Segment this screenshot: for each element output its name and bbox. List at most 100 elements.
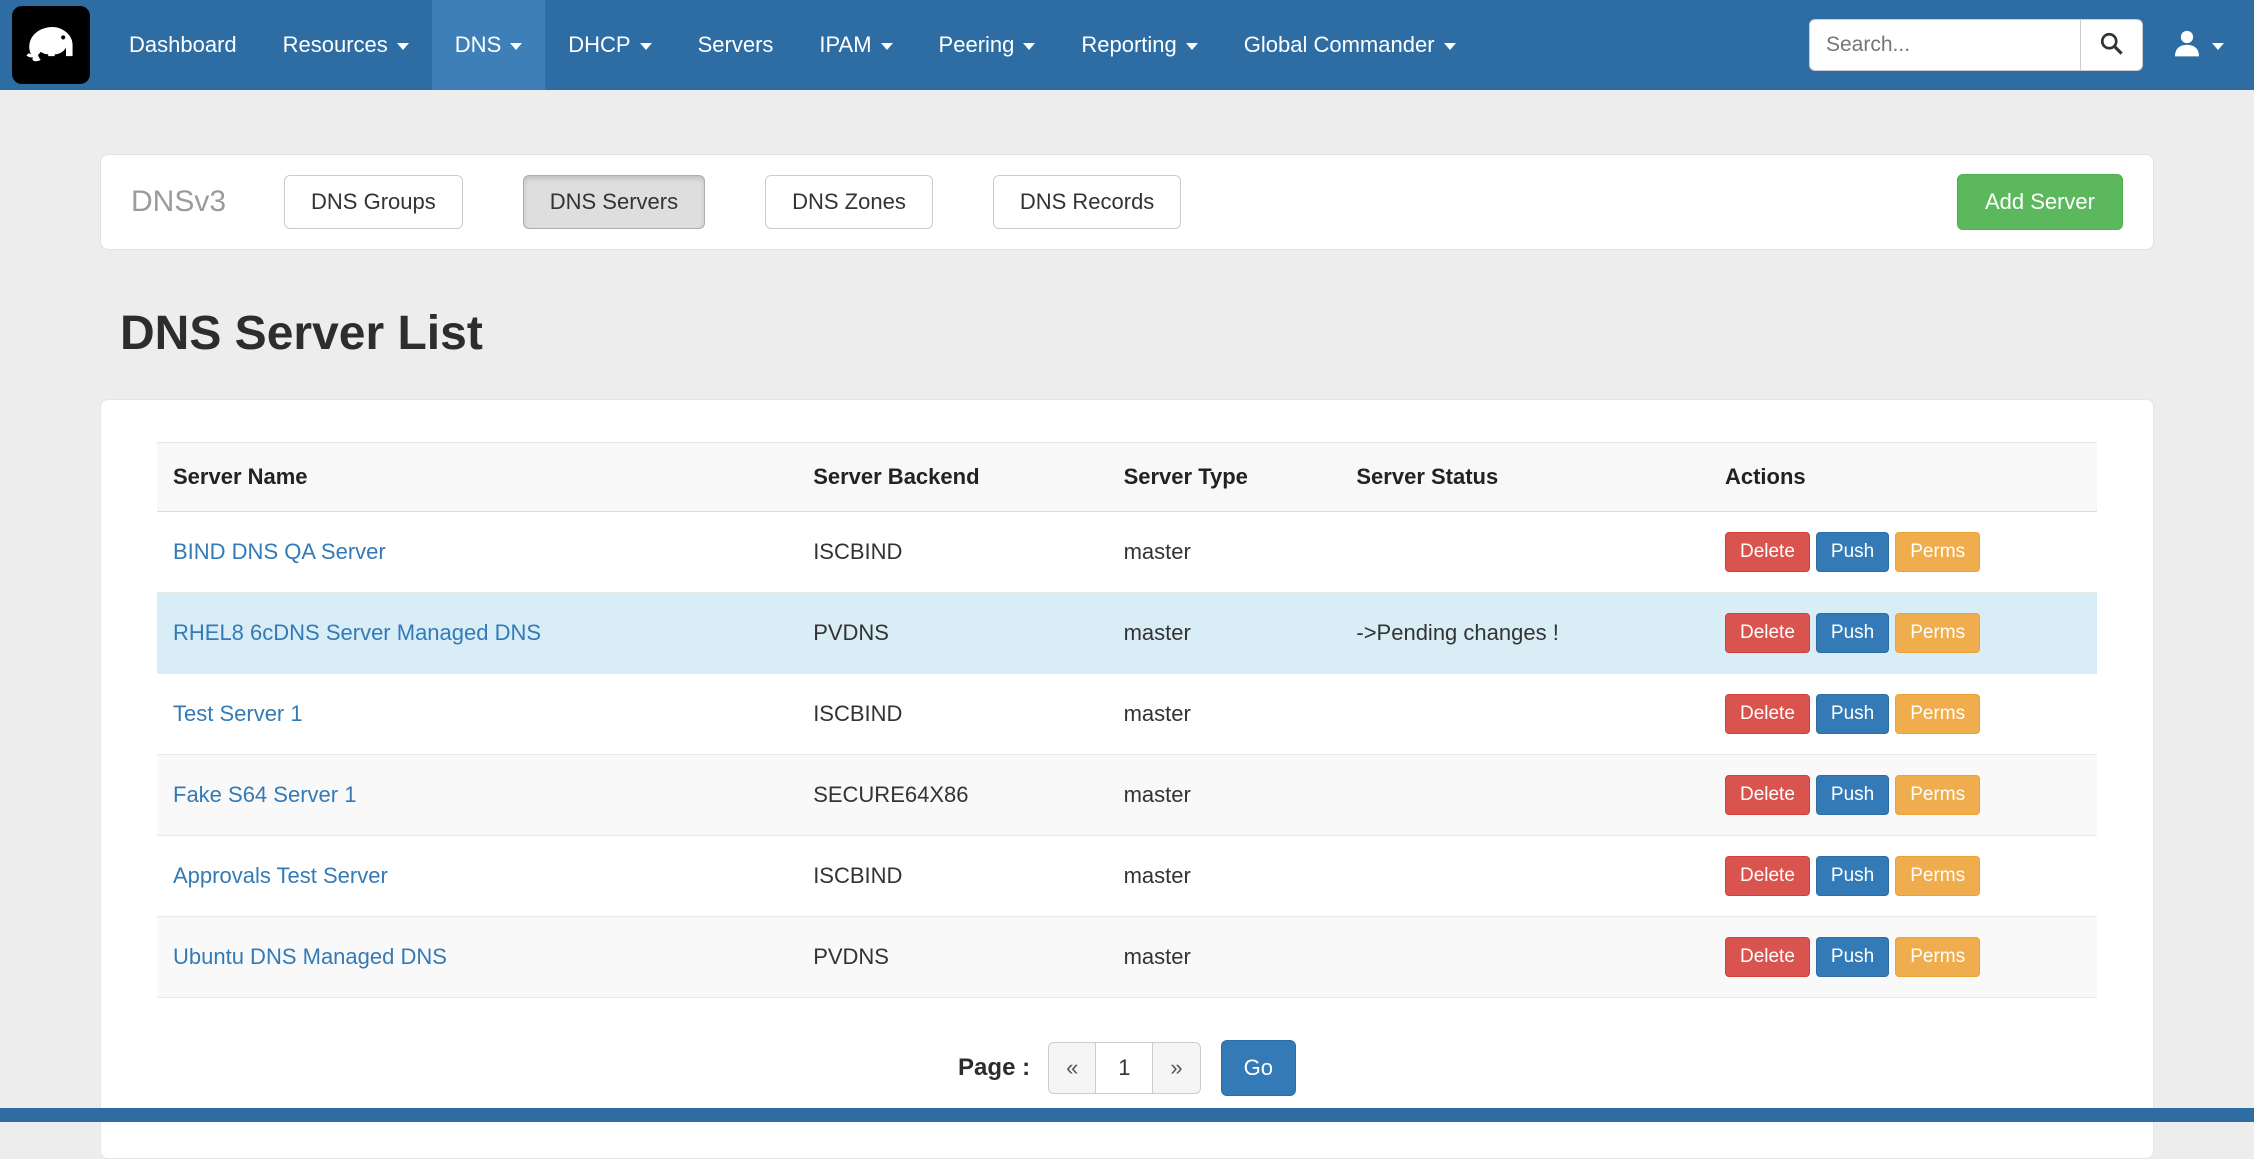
table-row: Fake S64 Server 1 SECURE64X86 master Del… [157, 755, 2097, 836]
chevron-down-icon [1023, 43, 1035, 50]
server-name-link[interactable]: Fake S64 Server 1 [173, 782, 356, 807]
nav-item-servers[interactable]: Servers [675, 0, 797, 90]
tab-dns-records[interactable]: DNS Records [993, 175, 1181, 229]
perms-button[interactable]: Perms [1895, 856, 1980, 896]
server-name-link[interactable]: Test Server 1 [173, 701, 303, 726]
chevron-down-icon [881, 43, 893, 50]
server-backend-cell: PVDNS [797, 917, 1107, 998]
tab-dns-servers[interactable]: DNS Servers [523, 175, 705, 229]
server-name-link[interactable]: Approvals Test Server [173, 863, 388, 888]
push-button[interactable]: Push [1816, 532, 1889, 572]
go-button[interactable]: Go [1221, 1040, 1296, 1096]
actions-cell: DeletePushPerms [1709, 512, 2097, 593]
push-button[interactable]: Push [1816, 937, 1889, 977]
chevron-down-icon [2212, 43, 2224, 50]
perms-button[interactable]: Perms [1895, 937, 1980, 977]
server-name-link[interactable]: Ubuntu DNS Managed DNS [173, 944, 447, 969]
actions-cell: DeletePushPerms [1709, 917, 2097, 998]
server-type-cell: master [1108, 836, 1341, 917]
push-button[interactable]: Push [1816, 856, 1889, 896]
delete-button[interactable]: Delete [1725, 532, 1810, 572]
server-status-cell [1340, 755, 1709, 836]
mammoth-logo-icon [21, 13, 81, 78]
server-backend-cell: ISCBIND [797, 674, 1107, 755]
column-header-actions: Actions [1709, 443, 2097, 512]
table-row: Test Server 1 ISCBIND master DeletePushP… [157, 674, 2097, 755]
previous-page-button[interactable]: « [1048, 1042, 1095, 1094]
delete-button[interactable]: Delete [1725, 856, 1810, 896]
table-row: RHEL8 6cDNS Server Managed DNS PVDNS mas… [157, 593, 2097, 674]
main-content: DNSv3 DNS GroupsDNS ServersDNS ZonesDNS … [0, 154, 2254, 1159]
server-backend-cell: SECURE64X86 [797, 755, 1107, 836]
table-header-row: Server NameServer BackendServer TypeServ… [157, 443, 2097, 512]
server-type-cell: master [1108, 917, 1341, 998]
actions-cell: DeletePushPerms [1709, 674, 2097, 755]
server-name-link[interactable]: RHEL8 6cDNS Server Managed DNS [173, 620, 541, 645]
server-type-cell: master [1108, 674, 1341, 755]
actions-cell: DeletePushPerms [1709, 755, 2097, 836]
nav-menu: Dashboard Resources DNS DHCP Servers IPA… [106, 0, 1479, 90]
server-type-cell: master [1108, 755, 1341, 836]
nav-item-reporting[interactable]: Reporting [1058, 0, 1220, 90]
toolbar-title: DNSv3 [131, 185, 226, 219]
table-row: Approvals Test Server ISCBIND master Del… [157, 836, 2097, 917]
server-name-link[interactable]: BIND DNS QA Server [173, 539, 386, 564]
server-type-cell: master [1108, 512, 1341, 593]
search-button[interactable] [2081, 19, 2143, 71]
delete-button[interactable]: Delete [1725, 937, 1810, 977]
actions-cell: DeletePushPerms [1709, 836, 2097, 917]
column-header-server-backend: Server Backend [797, 443, 1107, 512]
server-backend-cell: PVDNS [797, 593, 1107, 674]
tab-dns-zones[interactable]: DNS Zones [765, 175, 933, 229]
tab-dns-groups[interactable]: DNS Groups [284, 175, 463, 229]
page-label: Page : [958, 1054, 1030, 1082]
perms-button[interactable]: Perms [1895, 694, 1980, 734]
server-status-cell [1340, 917, 1709, 998]
server-status-cell: ->Pending changes ! [1340, 593, 1709, 674]
nav-item-dashboard[interactable]: Dashboard [106, 0, 260, 90]
chevron-down-icon [510, 43, 522, 50]
nav-item-dns[interactable]: DNS [432, 0, 545, 90]
chevron-down-icon [1186, 43, 1198, 50]
nav-item-peering[interactable]: Peering [916, 0, 1059, 90]
column-header-server-type: Server Type [1108, 443, 1341, 512]
nav-item-global-commander[interactable]: Global Commander [1221, 0, 1479, 90]
delete-button[interactable]: Delete [1725, 694, 1810, 734]
search-icon [2098, 30, 2125, 60]
push-button[interactable]: Push [1816, 775, 1889, 815]
delete-button[interactable]: Delete [1725, 613, 1810, 653]
dns-server-table: Server NameServer BackendServer TypeServ… [157, 442, 2097, 998]
search-group [1809, 19, 2143, 71]
nav-item-ipam[interactable]: IPAM [796, 0, 915, 90]
dnsv3-toolbar: DNSv3 DNS GroupsDNS ServersDNS ZonesDNS … [100, 154, 2154, 250]
table-row: Ubuntu DNS Managed DNS PVDNS master Dele… [157, 917, 2097, 998]
add-server-button[interactable]: Add Server [1957, 174, 2123, 230]
page-number-input[interactable] [1095, 1042, 1153, 1094]
next-page-button[interactable]: » [1153, 1042, 1200, 1094]
perms-button[interactable]: Perms [1895, 775, 1980, 815]
delete-button[interactable]: Delete [1725, 775, 1810, 815]
nav-item-dhcp[interactable]: DHCP [545, 0, 674, 90]
server-backend-cell: ISCBIND [797, 512, 1107, 593]
chevron-down-icon [1444, 43, 1456, 50]
brand-logo[interactable] [12, 0, 90, 90]
chevron-down-icon [640, 43, 652, 50]
pagination: Page : « » Go [157, 1040, 2097, 1096]
table-row: BIND DNS QA Server ISCBIND master Delete… [157, 512, 2097, 593]
push-button[interactable]: Push [1816, 613, 1889, 653]
server-type-cell: master [1108, 593, 1341, 674]
search-input[interactable] [1809, 19, 2081, 71]
chevron-down-icon [397, 43, 409, 50]
page-title: DNS Server List [120, 306, 2154, 361]
server-status-cell [1340, 674, 1709, 755]
push-button[interactable]: Push [1816, 694, 1889, 734]
dns-tab-group: DNS Groups DNS Servers DNS Zones DNS Record… [284, 175, 1181, 229]
user-icon [2171, 27, 2203, 64]
nav-item-resources[interactable]: Resources [260, 0, 432, 90]
perms-button[interactable]: Perms [1895, 613, 1980, 653]
user-menu[interactable] [2171, 27, 2224, 64]
server-list-card: Server NameServer BackendServer TypeServ… [100, 399, 2154, 1159]
actions-cell: DeletePushPerms [1709, 593, 2097, 674]
column-header-server-name: Server Name [157, 443, 797, 512]
perms-button[interactable]: Perms [1895, 532, 1980, 572]
